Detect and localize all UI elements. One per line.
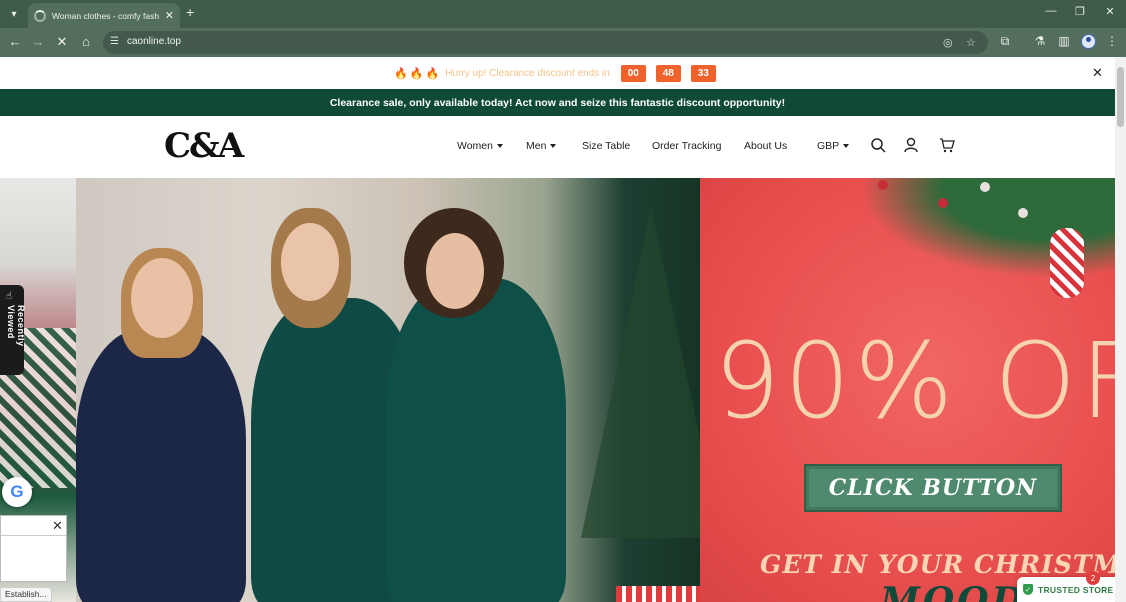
shield-check-icon: ✓: [1023, 584, 1033, 595]
nav-men[interactable]: Men: [526, 140, 557, 152]
countdown-promo-bar: 🔥🔥🔥 Hurry up! Clearance discount ends in…: [0, 57, 1115, 89]
hand-icon: ☝: [6, 291, 13, 302]
minimize-icon[interactable]: —: [1041, 5, 1061, 17]
currency-label: GBP: [817, 140, 840, 152]
nav-women-label: Women: [457, 140, 493, 152]
model-3-image: [386, 278, 566, 602]
trusted-store-label: TRUSTED STORE: [1038, 584, 1114, 595]
clearance-banner: Clearance sale, only available today! Ac…: [0, 89, 1115, 116]
new-tab-button[interactable]: +: [186, 4, 194, 20]
nav-size-table[interactable]: Size Table: [582, 140, 630, 152]
currency-selector[interactable]: GBP: [817, 140, 850, 152]
popup-close-icon[interactable]: ✕: [52, 518, 63, 534]
nav-about-us[interactable]: About Us: [744, 140, 787, 152]
status-bar: Establish...: [0, 587, 52, 602]
profile-avatar-icon[interactable]: [1081, 34, 1096, 49]
ornament-icon: [938, 198, 948, 208]
countdown-seconds: 33: [690, 64, 716, 82]
browser-menu-icon[interactable]: ⋮: [1104, 34, 1120, 48]
ornament-icon: [878, 180, 888, 190]
extensions-icon[interactable]: ⧉: [997, 34, 1013, 49]
ornament-icon: [980, 182, 990, 192]
candy-cane-decoration: [1050, 228, 1084, 298]
christmas-tagline: GET IN YOUR CHRISTMAS: [760, 550, 1115, 579]
nav-men-label: Men: [526, 140, 547, 152]
scrollbar-thumb[interactable]: [1117, 67, 1124, 127]
countdown-message: Hurry up! Clearance discount ends in: [445, 67, 610, 79]
url-text[interactable]: caonline.top: [127, 36, 181, 47]
countdown-hours: 00: [620, 64, 646, 82]
window-close-icon[interactable]: ✕: [1100, 5, 1120, 18]
promo-close-icon[interactable]: ✕: [1092, 65, 1103, 81]
search-icon[interactable]: [870, 137, 886, 153]
tab-title: Woman clothes - comfy fashion: [52, 10, 159, 21]
click-button-cta[interactable]: CLICK BUTTON: [806, 466, 1060, 510]
cart-icon[interactable]: [939, 137, 955, 153]
browser-tab-active[interactable]: Woman clothes - comfy fashion ✕: [28, 3, 180, 28]
tab-close-icon[interactable]: ✕: [165, 9, 174, 22]
model-1-image: [76, 328, 246, 602]
web-page: 🔥🔥🔥 Hurry up! Clearance discount ends in…: [0, 57, 1115, 602]
back-icon[interactable]: ←: [6, 34, 24, 49]
page-scrollbar[interactable]: [1115, 57, 1126, 602]
ornament-icon: [1018, 208, 1028, 218]
tracking-protection-icon[interactable]: ◎: [943, 36, 953, 49]
recently-viewed-tab[interactable]: ☝ Recently Viewed: [0, 285, 26, 375]
model-3-face: [426, 233, 484, 309]
bookmark-star-icon[interactable]: ☆: [966, 36, 976, 49]
google-reviews-popup: ✕: [0, 515, 67, 582]
site-logo[interactable]: C&A: [164, 126, 244, 166]
tab-search-icon[interactable]: ▾: [5, 5, 23, 23]
site-header: C&A Women Men Size Table Order Tracking …: [0, 116, 1115, 178]
labs-flask-icon[interactable]: ⚗: [1032, 34, 1048, 48]
browser-toolbar: ← → ✕ ⌂ ☰ caonline.top ◎ ☆ ⧉ ⚗ ▥ ⋮: [0, 28, 1126, 57]
chevron-down-icon: [497, 144, 503, 149]
mood-tagline: MOOD: [880, 580, 1026, 602]
flame-icons: 🔥🔥🔥: [394, 67, 442, 80]
notification-count-badge: 2: [1086, 571, 1100, 585]
google-reviews-badge[interactable]: G: [2, 477, 32, 507]
nav-order-tracking[interactable]: Order Tracking: [652, 140, 721, 152]
nav-women[interactable]: Women: [457, 140, 503, 152]
side-panel-icon[interactable]: ▥: [1056, 34, 1072, 48]
browser-tab-strip: ▾ Woman clothes - comfy fashion ✕ + — ❐ …: [0, 0, 1126, 28]
restore-icon[interactable]: ❐: [1070, 5, 1090, 18]
site-info-icon[interactable]: ☰: [110, 36, 119, 47]
hero-banner[interactable]: 90% OF CLICK BUTTON GET IN YOUR CHRISTMA…: [0, 178, 1115, 602]
gift-box-image: [616, 586, 701, 602]
hero-models-photo: [76, 178, 721, 602]
home-icon[interactable]: ⌂: [77, 34, 95, 49]
loading-spinner-icon: [34, 9, 46, 22]
recently-viewed-label: Recently Viewed: [6, 305, 26, 347]
discount-headline: 90% OF: [714, 320, 1115, 442]
stop-loading-icon[interactable]: ✕: [53, 34, 71, 50]
chevron-down-icon: [550, 144, 557, 149]
hero-offer-panel: 90% OF CLICK BUTTON GET IN YOUR CHRISTMA…: [700, 178, 1115, 602]
trusted-store-badge[interactable]: ✓ TRUSTED STORE 2: [1017, 571, 1115, 602]
model-2-face: [281, 223, 339, 301]
address-bar[interactable]: ☰ caonline.top ◎ ☆: [103, 31, 988, 54]
model-1-face: [131, 258, 193, 338]
forward-icon[interactable]: →: [29, 34, 47, 49]
countdown-minutes: 48: [655, 64, 681, 82]
account-icon[interactable]: [903, 137, 919, 153]
chevron-down-icon: [843, 144, 850, 149]
